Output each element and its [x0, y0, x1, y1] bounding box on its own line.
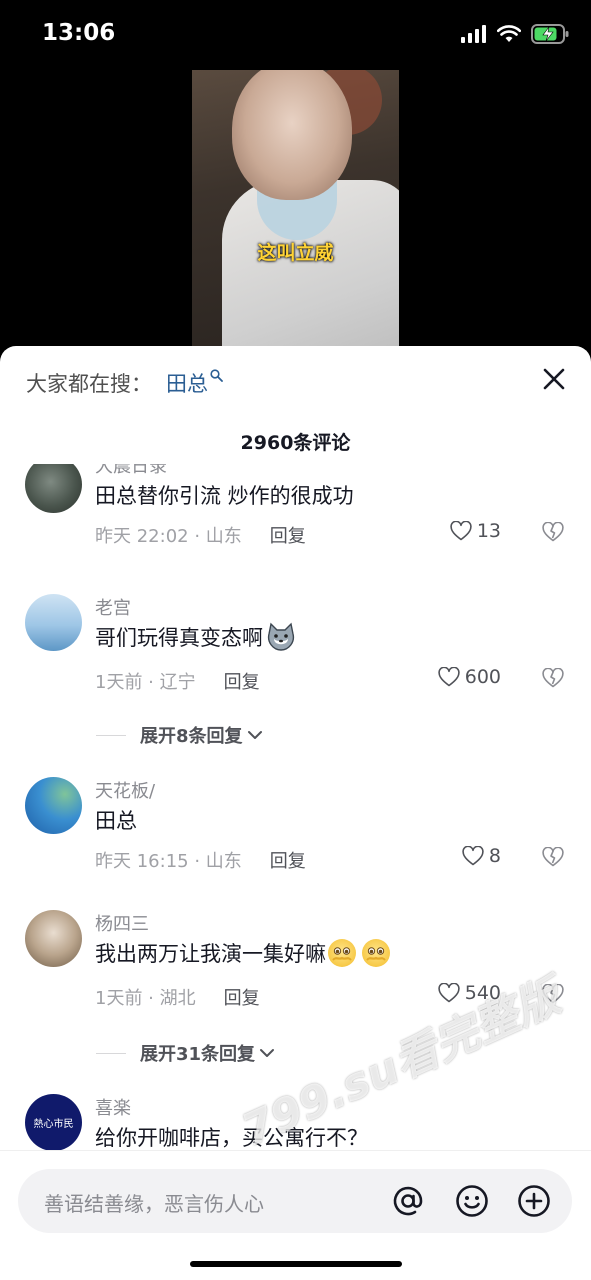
like-button[interactable]: 13 — [450, 520, 501, 542]
reply-button[interactable]: 回复 — [224, 672, 260, 693]
home-indicator[interactable] — [190, 1261, 402, 1267]
comment-text-content: 哥们玩得真变态啊 — [95, 626, 263, 650]
broken-heart-icon[interactable] — [542, 668, 564, 688]
like-button[interactable]: 600 — [438, 666, 501, 688]
comment-text: 田总替你引流 炒作的很成功 — [95, 480, 354, 510]
avatar[interactable]: 熱心市民 — [25, 1094, 82, 1150]
chevron-down-icon — [247, 731, 262, 739]
heart-icon — [438, 667, 460, 687]
comment-username[interactable]: 杨四三 — [95, 910, 149, 936]
comment-username[interactable]: 老宫 — [95, 594, 131, 620]
status-icons — [461, 24, 569, 44]
comment-time-location: 昨天 22:02 · 山东 — [95, 526, 242, 547]
add-icon[interactable] — [516, 1183, 552, 1219]
broken-heart-icon[interactable] — [542, 522, 564, 542]
video-area[interactable]: 这叫立威 — [0, 70, 591, 346]
comment-text: 田总 — [95, 805, 137, 835]
heart-icon — [450, 521, 472, 541]
comment-meta: 1天前 · 辽宁 回复 — [95, 668, 260, 694]
status-bar: 13:06 — [0, 0, 591, 70]
reply-button[interactable]: 回复 — [270, 851, 306, 872]
like-count: 8 — [488, 845, 501, 867]
wifi-icon — [497, 25, 521, 42]
at-mention-icon[interactable] — [390, 1183, 426, 1219]
comment-text-content: 我出两万让我演一集好嘛 — [95, 942, 326, 966]
video-face-shape — [232, 70, 352, 200]
video-subtitle: 这叫立威 — [257, 242, 334, 264]
comment-meta: 昨天 16:15 · 山东 回复 — [95, 847, 306, 873]
expand-replies-button[interactable]: 展开8条回复 — [96, 722, 263, 748]
comment-meta: 1天前 · 湖北 回复 — [95, 984, 260, 1010]
chevron-down-icon — [260, 1049, 275, 1057]
dog-face-emoji-icon — [267, 622, 295, 651]
trending-search: 大家都在搜： 田总 — [26, 368, 223, 398]
avatar[interactable] — [25, 777, 82, 834]
reply-button[interactable]: 回复 — [270, 526, 306, 547]
comment-text-content: 田总替你引流 炒作的很成功 — [95, 484, 354, 508]
comment-username[interactable]: 大晨日录 — [95, 464, 167, 478]
like-count: 13 — [476, 520, 501, 542]
comment-input-placeholder: 善语结善缘，恶言伤人心 — [44, 1192, 264, 1216]
trending-search-term[interactable]: 田总 — [166, 368, 208, 398]
avatar[interactable] — [25, 910, 82, 967]
expand-replies-label: 展开8条回复 — [140, 726, 243, 747]
comment-username[interactable]: 喜楽 — [95, 1094, 131, 1120]
close-icon[interactable] — [539, 364, 569, 394]
expand-divider — [96, 734, 126, 736]
avatar[interactable] — [25, 594, 82, 651]
comment-time-location: 1天前 · 湖北 — [95, 988, 196, 1009]
like-button[interactable]: 8 — [462, 845, 501, 867]
pleading-face-emoji-icon — [328, 939, 356, 967]
status-time: 13:06 — [42, 20, 116, 46]
cellular-signal-icon — [461, 25, 486, 43]
comment-time-location: 1天前 · 辽宁 — [95, 672, 196, 693]
pleading-face-emoji-icon — [362, 939, 390, 967]
emoji-icon[interactable] — [454, 1183, 490, 1219]
comment-username[interactable]: 天花板/ — [95, 777, 155, 803]
comment-meta: 昨天 22:02 · 山东 回复 — [95, 522, 306, 548]
comment-text: 我出两万让我演一集好嘛 — [95, 938, 390, 968]
video-thumbnail[interactable]: 这叫立威 — [192, 70, 399, 346]
comment-text: 哥们玩得真变态啊 — [95, 622, 297, 652]
comment-count: 2960条评论 — [240, 432, 351, 454]
comment-text-content: 田总 — [95, 809, 137, 833]
heart-icon — [462, 846, 484, 866]
like-count: 600 — [464, 666, 501, 688]
expand-replies-button[interactable]: 展开31条回复 — [96, 1040, 275, 1066]
comment-time-location: 昨天 16:15 · 山东 — [95, 851, 242, 872]
search-icon[interactable] — [210, 368, 223, 386]
broken-heart-icon[interactable] — [542, 847, 564, 867]
battery-charging-icon — [531, 24, 569, 44]
trending-search-label: 大家都在搜： — [26, 372, 152, 396]
reply-button[interactable]: 回复 — [224, 988, 260, 1009]
comment-input[interactable]: 善语结善缘，恶言伤人心 — [18, 1169, 572, 1233]
avatar-text: 熱心市民 — [33, 1119, 74, 1130]
expand-replies-label: 展开31条回复 — [140, 1044, 256, 1065]
avatar[interactable] — [25, 464, 82, 513]
expand-divider — [96, 1052, 126, 1054]
